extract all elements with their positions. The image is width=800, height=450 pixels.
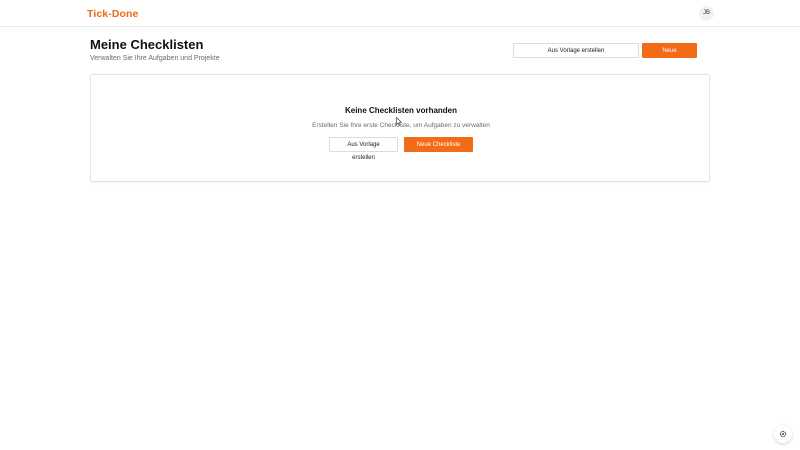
empty-state-template-button[interactable]: Aus Vorlage erstellen	[329, 137, 398, 161]
app-logo[interactable]: Tick-Done	[87, 8, 138, 20]
page-title: Meine Checklisten	[90, 37, 204, 52]
create-from-template-button[interactable]: Aus Vorlage erstellen	[513, 43, 639, 58]
new-checklist-button[interactable]: Neue Checkliste	[642, 43, 697, 67]
mouse-cursor-icon	[396, 117, 402, 126]
settings-icon	[779, 430, 787, 438]
empty-state-card: Keine Checklisten vorhanden Erstellen Si…	[90, 74, 710, 182]
page-subtitle: Verwalten Sie Ihre Aufgaben und Projekte	[90, 55, 220, 62]
empty-state-new-checklist-button[interactable]: Neue Checkliste	[404, 137, 473, 152]
user-avatar[interactable]: JB	[699, 6, 714, 21]
top-navigation-bar: Tick-Done JB	[0, 0, 800, 27]
empty-state-title: Keine Checklisten vorhanden	[344, 106, 458, 115]
settings-button[interactable]	[774, 425, 792, 443]
